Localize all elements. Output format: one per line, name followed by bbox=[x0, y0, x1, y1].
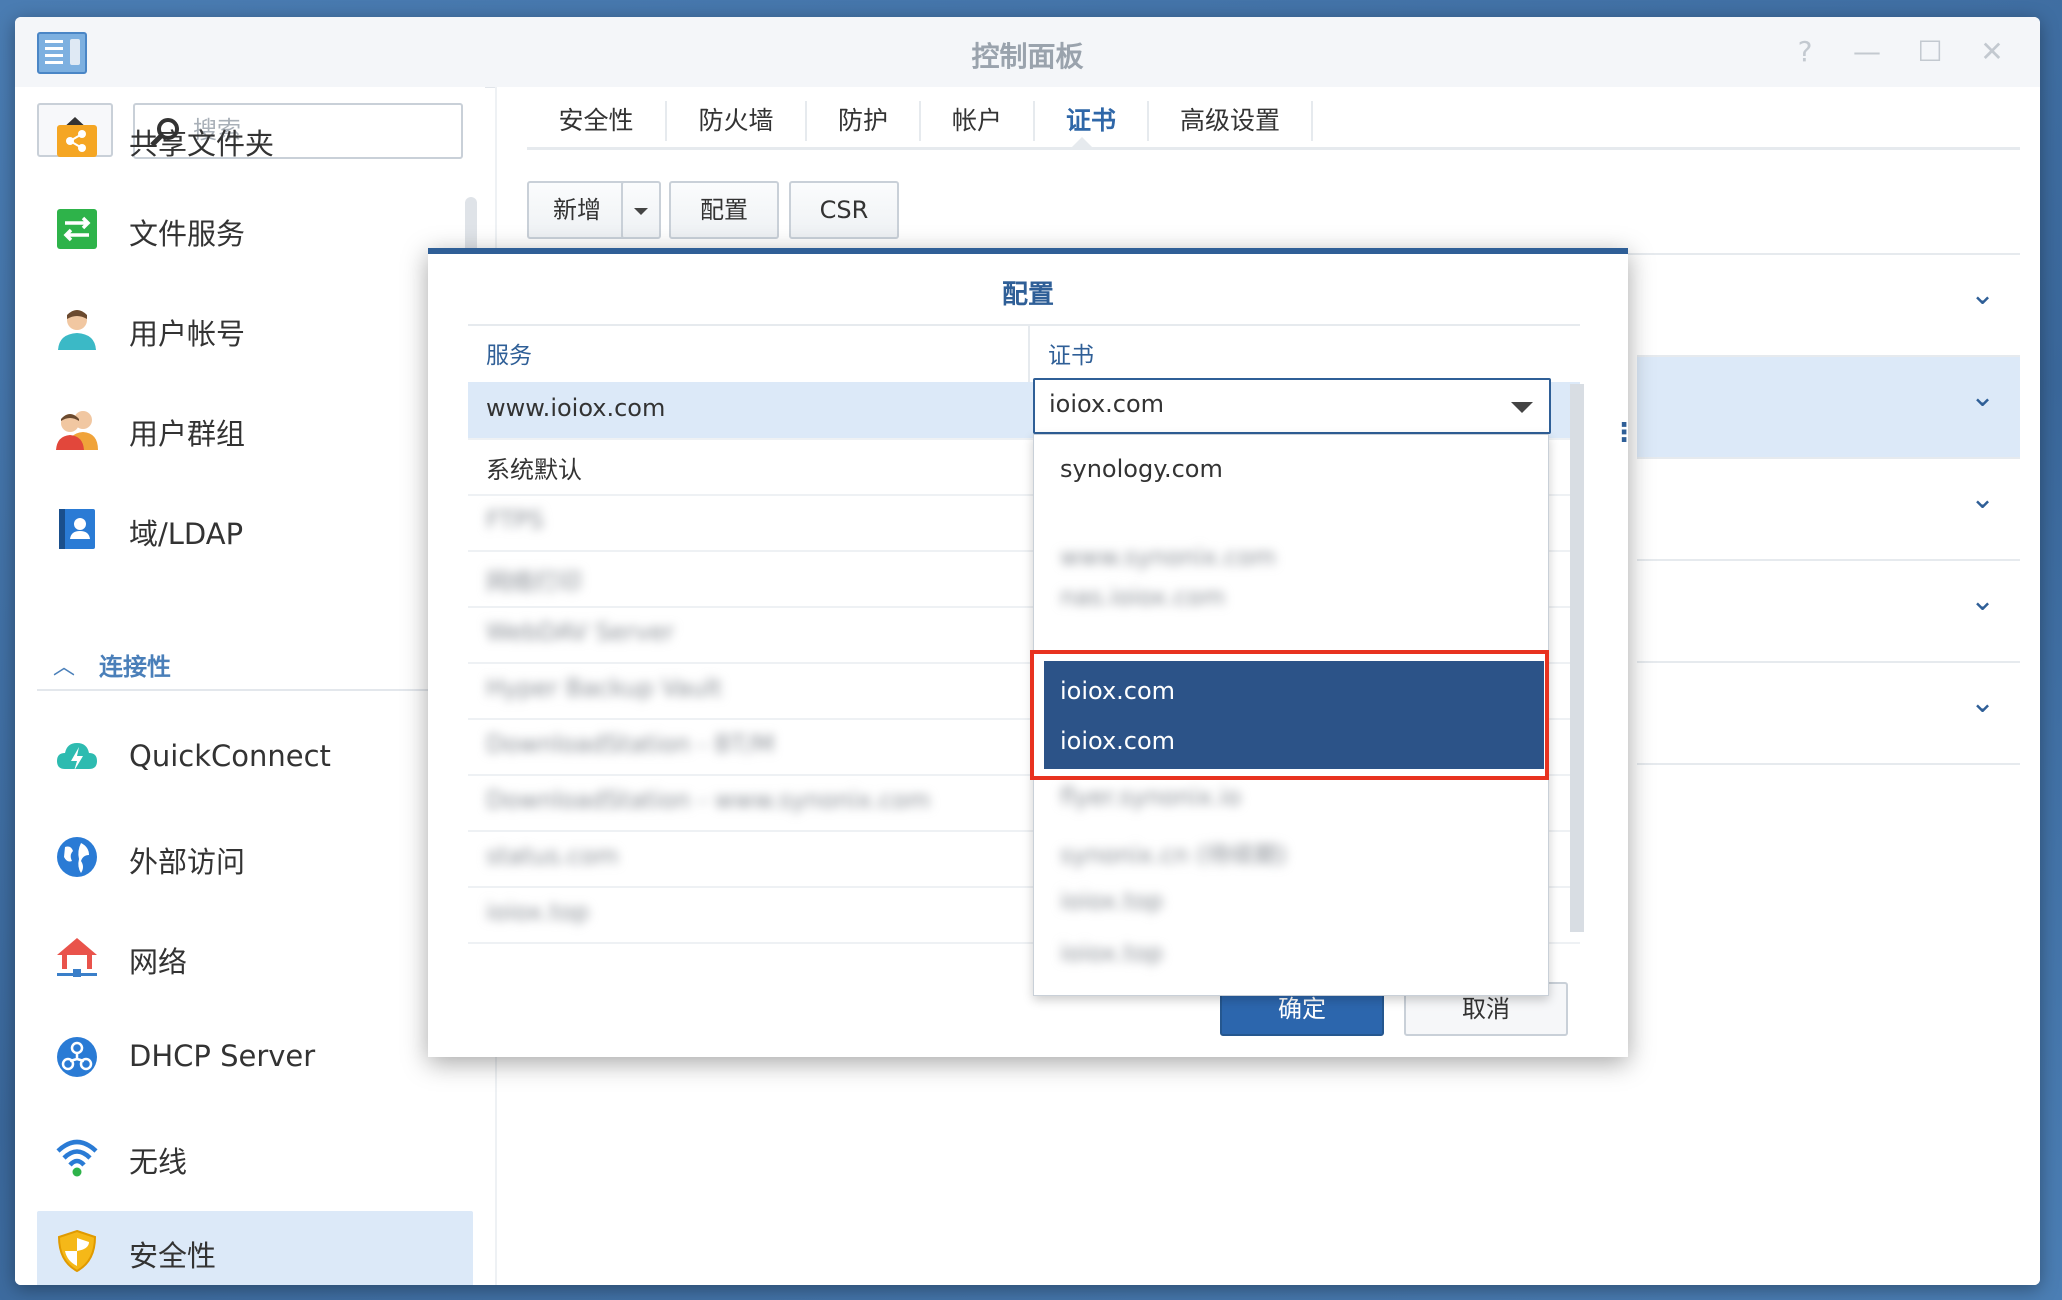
sidebar-item-user-account[interactable]: 用户帐号 bbox=[37, 289, 473, 373]
dropdown-option[interactable]: nas.ioiox.com bbox=[1060, 583, 1225, 611]
sidebar-item-label: 无线 bbox=[129, 1145, 188, 1179]
tab-bar: 安全性 防火墙 防护 帐户 证书 高级设置 bbox=[527, 87, 2020, 150]
service-name: www.ioiox.com bbox=[486, 394, 666, 422]
section-connectivity[interactable]: ︿ 连接性 bbox=[37, 637, 457, 691]
chevron-down-icon[interactable]: ⌄ bbox=[1970, 685, 2000, 720]
maximize-icon[interactable]: ☐ bbox=[1915, 38, 1945, 66]
sidebar-item-label: 文件服务 bbox=[129, 217, 246, 251]
security-shield-icon bbox=[57, 1229, 97, 1273]
user-icon bbox=[58, 310, 96, 350]
tab-certificate[interactable]: 证书 bbox=[1035, 101, 1149, 141]
sidebar-item-label: QuickConnect bbox=[129, 739, 331, 773]
sidebar-item-label: 用户群组 bbox=[129, 417, 246, 451]
caret-down-icon bbox=[634, 207, 648, 215]
csr-button[interactable]: CSR bbox=[789, 181, 899, 239]
tab-security[interactable]: 安全性 bbox=[527, 101, 667, 141]
service-name: ioiox.top bbox=[486, 898, 590, 926]
sidebar-item-label: 域/LDAP bbox=[129, 517, 244, 551]
chevron-up-icon: ︿ bbox=[53, 655, 76, 680]
grid-scrollbar[interactable] bbox=[1570, 384, 1584, 932]
sidebar-item-quickconnect[interactable]: QuickConnect bbox=[37, 717, 473, 801]
quickconnect-icon bbox=[57, 743, 97, 771]
chevron-down-icon[interactable]: ⌄ bbox=[1970, 379, 2000, 414]
tab-account[interactable]: 帐户 bbox=[921, 101, 1035, 141]
column-header-certificate[interactable]: 证书 bbox=[1048, 336, 1094, 370]
section-label: 连接性 bbox=[99, 653, 171, 681]
configure-button[interactable]: 配置 bbox=[669, 181, 779, 239]
certificate-row[interactable] bbox=[1637, 663, 2020, 765]
certificate-row[interactable] bbox=[1637, 561, 2020, 663]
column-divider bbox=[1028, 326, 1030, 382]
sidebar-item-wireless[interactable]: 无线 bbox=[37, 1117, 473, 1201]
annotation-highlight-box bbox=[1030, 650, 1549, 780]
service-name: WebDAV Server bbox=[486, 618, 675, 646]
service-name: status.com bbox=[486, 842, 619, 870]
select-value: ioiox.com bbox=[1049, 390, 1165, 418]
chevron-down-icon[interactable]: ⌄ bbox=[1970, 481, 2000, 516]
add-dropdown-button[interactable] bbox=[621, 181, 661, 239]
sidebar-item-shared-folder[interactable]: 共享文件夹 bbox=[37, 109, 473, 179]
service-name: DownloadStation - BT/M bbox=[486, 730, 775, 758]
service-name: Hyper Backup Vault bbox=[486, 674, 722, 702]
help-icon[interactable]: ? bbox=[1790, 38, 1820, 66]
sidebar-item-label: DHCP Server bbox=[129, 1039, 316, 1073]
sidebar-item-label: 外部访问 bbox=[129, 845, 246, 879]
shared-folder-icon bbox=[57, 125, 97, 157]
dropdown-option[interactable]: synology.com bbox=[1060, 455, 1223, 483]
sidebar-item-label: 网络 bbox=[129, 945, 188, 979]
sidebar-item-domain-ldap[interactable]: 域/LDAP bbox=[37, 489, 473, 573]
chevron-down-icon[interactable]: ⌄ bbox=[1970, 277, 2000, 312]
tab-advanced[interactable]: 高级设置 bbox=[1149, 101, 1313, 141]
sidebar-item-user-group[interactable]: 用户群组 bbox=[37, 389, 473, 473]
domain-ldap-icon bbox=[59, 509, 95, 549]
window-title: 控制面板 bbox=[971, 40, 1084, 73]
dropdown-option[interactable]: ioiox.top bbox=[1060, 887, 1163, 915]
sidebar-item-label: 共享文件夹 bbox=[129, 127, 275, 161]
sidebar-item-external-access[interactable]: 外部访问 bbox=[37, 817, 473, 901]
add-button[interactable]: 新增 bbox=[527, 181, 627, 239]
certificate-row[interactable] bbox=[1637, 459, 2020, 561]
dropdown-option[interactable]: www.synonix.com bbox=[1060, 543, 1276, 571]
tab-protection[interactable]: 防护 bbox=[807, 101, 921, 141]
caret-down-icon bbox=[1511, 402, 1533, 413]
certificate-select[interactable]: ioiox.com bbox=[1033, 378, 1551, 434]
active-tab-indicator bbox=[1070, 137, 1094, 149]
user-group-icon bbox=[56, 411, 98, 450]
service-name: FTPS bbox=[486, 506, 544, 534]
sidebar-item-label: 安全性 bbox=[129, 1239, 217, 1273]
service-name: DownloadStation - www.synonix.com bbox=[486, 786, 931, 814]
network-icon bbox=[57, 938, 97, 977]
close-icon[interactable]: ✕ bbox=[1977, 38, 2007, 66]
minimize-icon[interactable]: — bbox=[1852, 38, 1882, 66]
chevron-down-icon[interactable]: ⌄ bbox=[1970, 583, 2000, 618]
dropdown-option[interactable]: synonix.cn (待续期) bbox=[1060, 835, 1287, 870]
wireless-icon bbox=[56, 1139, 98, 1177]
external-access-icon bbox=[57, 837, 97, 877]
title-bar: 控制面板 ? — ☐ ✕ bbox=[15, 17, 2040, 88]
sidebar-item-network[interactable]: 网络 bbox=[37, 917, 473, 1001]
dhcp-server-icon bbox=[57, 1037, 97, 1077]
service-name: 系统默认 bbox=[486, 456, 582, 484]
dropdown-option[interactable]: flyer.synonix.io bbox=[1060, 783, 1241, 811]
sidebar-item-security[interactable]: 安全性 bbox=[37, 1211, 473, 1285]
tab-firewall[interactable]: 防火墙 bbox=[667, 101, 807, 141]
dialog-title: 配置 bbox=[1001, 280, 1054, 310]
sidebar-item-label: 用户帐号 bbox=[129, 317, 246, 351]
sidebar: 共享文件夹 文件服务 用户帐号 用户群组 bbox=[15, 87, 485, 1285]
service-name: 网络打印 bbox=[486, 568, 582, 596]
dropdown-option[interactable]: ioiox.top bbox=[1060, 939, 1163, 967]
certificate-row[interactable] bbox=[1637, 357, 2020, 459]
sidebar-item-file-services[interactable]: 文件服务 bbox=[37, 189, 473, 273]
sidebar-item-dhcp-server[interactable]: DHCP Server bbox=[37, 1017, 473, 1101]
file-services-icon bbox=[57, 209, 97, 249]
column-menu-icon[interactable]: ⋮ bbox=[1611, 418, 1637, 448]
certificate-row[interactable] bbox=[1637, 255, 2020, 357]
column-header-service[interactable]: 服务 bbox=[486, 336, 532, 370]
